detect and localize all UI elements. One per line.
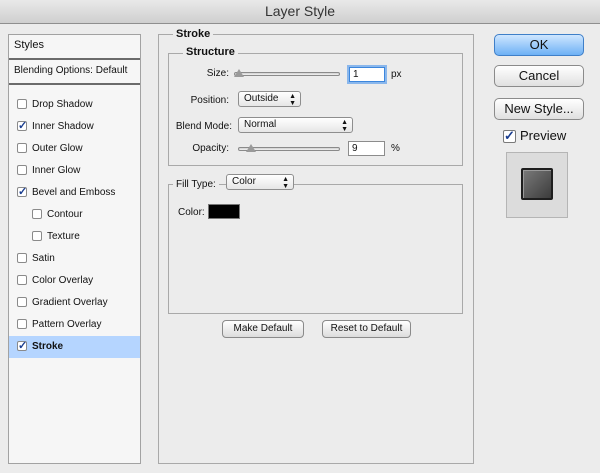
style-item-label: Satin [32,253,55,264]
make-default-button[interactable]: Make Default [222,320,304,338]
style-item-pattern-overlay[interactable]: Pattern Overlay [9,314,140,336]
opacity-label: Opacity: [192,143,229,154]
window-title: Layer Style [264,3,336,19]
ok-button[interactable]: OK [494,34,584,56]
reset-to-default-button[interactable]: Reset to Default [322,320,411,338]
checkmark-icon: ✓ [18,186,28,198]
preview-label: Preview [520,128,567,143]
style-item-label: Gradient Overlay [32,297,108,308]
style-item-drop-shadow[interactable]: Drop Shadow [9,94,140,116]
style-item-label: Outer Glow [32,143,83,154]
blending-options-item[interactable]: Blending Options: Default [9,65,140,76]
position-select[interactable]: Outside ▲ ▼ [238,91,301,107]
blend-mode-label: Blend Mode: [175,121,232,132]
preview-thumbnail [506,152,568,218]
style-checkbox[interactable] [17,253,27,263]
style-checkbox[interactable] [17,143,27,153]
style-checkbox[interactable] [32,209,42,219]
checkmark-icon: ✓ [18,120,28,132]
updown-arrows-icon: ▲ ▼ [341,119,348,133]
style-item-label: Inner Shadow [32,121,94,132]
style-checkbox[interactable]: ✓ [17,186,28,198]
style-item-bevel-and-emboss[interactable]: ✓ Bevel and Emboss [9,182,140,204]
style-item-texture[interactable]: Texture [9,226,140,248]
size-unit: px [391,69,402,80]
size-slider[interactable] [234,72,340,76]
style-item-label: Bevel and Emboss [32,187,116,198]
position-value: Outside [244,93,279,104]
style-item-label: Texture [47,231,80,242]
cancel-button[interactable]: Cancel [494,65,584,87]
window-title-bar: Layer Style [0,0,600,24]
fill-type-value: Color [232,176,256,187]
styles-divider [9,58,140,59]
checkmark-icon: ✓ [504,128,515,143]
style-checkbox[interactable]: ✓ [17,340,28,352]
size-input[interactable]: 1 [349,67,385,82]
style-checkbox[interactable] [17,319,27,329]
stroke-color-swatch[interactable] [208,204,240,219]
style-checkbox[interactable] [32,231,42,241]
structure-title: Structure [183,46,238,58]
style-checkbox[interactable]: ✓ [17,120,28,132]
style-item-inner-shadow[interactable]: ✓ Inner Shadow [9,116,140,138]
style-item-label: Inner Glow [32,165,81,176]
blending-divider [9,83,140,84]
style-item-color-overlay[interactable]: Color Overlay [9,270,140,292]
style-item-label: Drop Shadow [32,99,93,110]
updown-arrows-icon: ▲ ▼ [282,176,289,190]
style-item-label: Color Overlay [32,275,94,286]
blend-mode-value: Normal [244,119,277,130]
style-item-outer-glow[interactable]: Outer Glow [9,138,140,160]
opacity-slider-thumb[interactable] [246,144,257,152]
style-item-inner-glow[interactable]: Inner Glow [9,160,140,182]
style-item-gradient-overlay[interactable]: Gradient Overlay [9,292,140,314]
size-label: Size: [206,68,229,79]
preview-swatch [521,168,553,200]
stroke-section-title: Stroke [173,28,214,40]
opacity-input[interactable]: 9 [348,141,385,156]
style-item-contour[interactable]: Contour [9,204,140,226]
style-checkbox[interactable] [17,99,27,109]
style-checkbox[interactable] [17,275,27,285]
styles-list: Styles Blending Options: Default Drop Sh… [8,34,141,464]
preview-checkbox[interactable]: ✓ [503,128,516,143]
fill-type-select[interactable]: Color ▲ ▼ [226,174,294,190]
position-label: Position: [190,95,229,106]
style-item-satin[interactable]: Satin [9,248,140,270]
style-item-label: Contour [47,209,83,220]
fill-type-label: Fill Type: [173,177,219,190]
dialog-content: Styles Blending Options: Default Drop Sh… [0,24,600,473]
styles-header[interactable]: Styles [9,39,140,51]
style-item-stroke[interactable]: ✓ Stroke [9,336,140,358]
updown-arrows-icon: ▲ ▼ [289,93,296,107]
style-checkbox[interactable] [17,297,27,307]
style-item-label: Stroke [32,341,64,352]
new-style-button[interactable]: New Style... [494,98,584,120]
size-slider-thumb[interactable] [234,69,244,77]
opacity-unit: % [391,143,400,154]
checkmark-icon: ✓ [18,340,28,352]
color-label: Color: [178,207,205,218]
style-checkbox[interactable] [17,165,27,175]
blend-mode-select[interactable]: Normal ▲ ▼ [238,117,353,133]
style-item-label: Pattern Overlay [32,319,102,330]
